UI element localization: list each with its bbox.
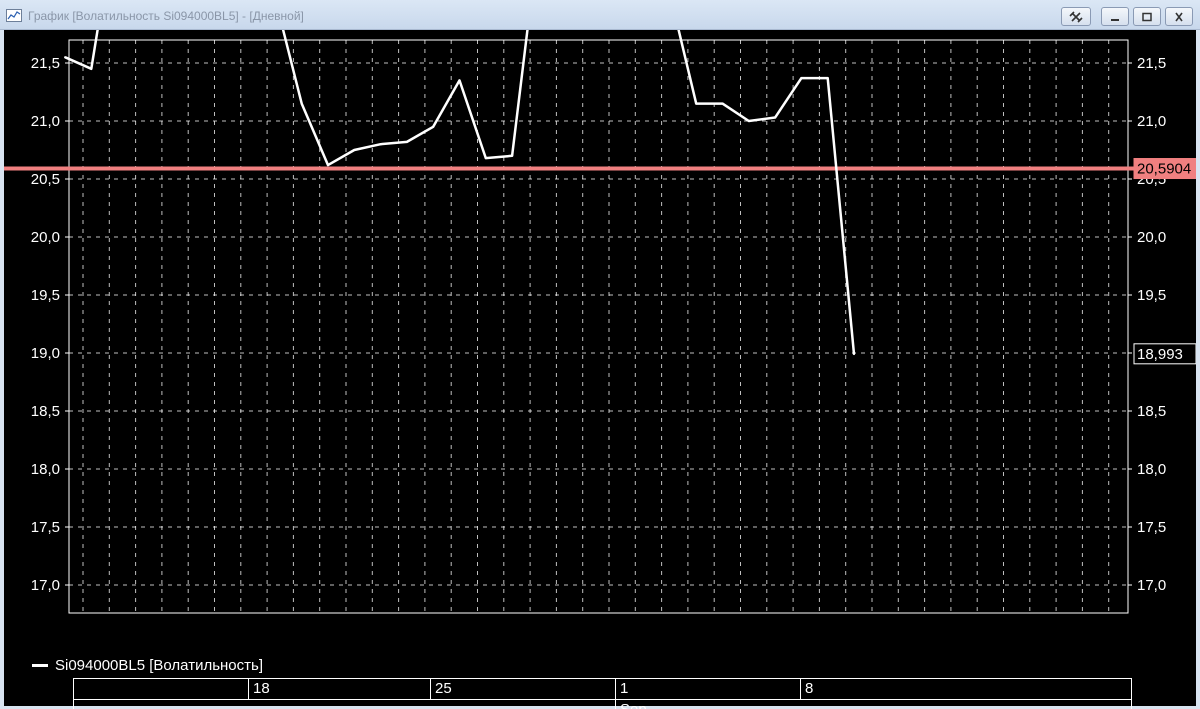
data-point xyxy=(405,140,408,143)
y-tick-label-left: 21,0 xyxy=(31,113,60,130)
y-tick-label-right: 19,5 xyxy=(1137,287,1166,304)
data-point xyxy=(300,102,303,105)
data-point xyxy=(853,353,855,356)
maximize-button[interactable] xyxy=(1133,7,1161,26)
data-point xyxy=(64,56,66,59)
pin-button[interactable] xyxy=(1061,7,1091,26)
y-tick-label-left: 17,0 xyxy=(31,577,60,594)
y-tick-label-left: 20,0 xyxy=(31,229,60,246)
restore-icon xyxy=(1142,12,1152,21)
y-tick-label-left: 21,5 xyxy=(31,55,60,72)
data-point xyxy=(511,154,514,157)
y-tick-label-right: 21,0 xyxy=(1137,113,1166,130)
chart-legend: Si094000BL5 [Волатильность] xyxy=(32,656,263,674)
data-point xyxy=(774,116,777,119)
x-axis-days[interactable]: 18 25 1 8 xyxy=(73,678,1132,700)
minimize-button[interactable] xyxy=(1101,7,1129,26)
data-point xyxy=(353,149,356,151)
volatility-chart[interactable]: 17,017,017,517,518,018,018,518,519,019,0… xyxy=(4,30,1196,706)
y-tick-label-left: 20,5 xyxy=(31,171,60,188)
data-point xyxy=(432,125,435,128)
y-tick-label-right: 21,5 xyxy=(1137,55,1166,72)
window-titlebar[interactable]: График [Волатильность Si094000BL5] - [Дн… xyxy=(0,0,1200,30)
y-tick-label-left: 19,5 xyxy=(31,287,60,304)
y-tick-label-right: 17,0 xyxy=(1137,577,1166,594)
last-value-label-text: 18,993 xyxy=(1137,346,1183,363)
y-tick-label-left: 18,5 xyxy=(31,403,60,420)
legend-label: Si094000BL5 [Волатильность] xyxy=(55,656,263,674)
data-point xyxy=(826,77,829,80)
volatility-series-line xyxy=(64,30,856,355)
x-tick-label: 25 xyxy=(430,679,452,699)
y-tick-label-right: 18,0 xyxy=(1137,461,1166,478)
close-icon xyxy=(1175,12,1183,21)
lower-level-label-text: 20,5904 xyxy=(1137,161,1191,178)
close-button[interactable] xyxy=(1165,7,1193,26)
y-tick-label-right: 17,5 xyxy=(1137,519,1166,536)
data-point xyxy=(695,102,698,105)
chart-panel[interactable]: 17,017,017,517,518,018,018,518,519,019,0… xyxy=(4,30,1196,709)
y-tick-label-right: 20,0 xyxy=(1137,229,1166,246)
data-point xyxy=(379,143,382,146)
data-point xyxy=(458,79,461,82)
data-point xyxy=(327,164,329,167)
y-tick-label-left: 19,0 xyxy=(31,345,60,362)
y-tick-label-left: 18,0 xyxy=(31,461,60,478)
x-tick-label: 8 xyxy=(800,679,813,699)
data-point xyxy=(484,157,487,160)
minimize-icon xyxy=(1111,18,1119,21)
y-tick-label-right: 18,5 xyxy=(1137,403,1166,420)
x-tick-label: 18 xyxy=(248,679,270,699)
x-tick-label: 1 xyxy=(615,679,628,699)
x-axis-months[interactable]: Sep xyxy=(73,699,1132,709)
data-point xyxy=(90,67,93,70)
y-tick-label-left: 17,5 xyxy=(31,519,60,536)
pin-icon xyxy=(1069,10,1083,23)
data-point xyxy=(800,77,803,80)
data-point xyxy=(721,102,724,105)
legend-line-swatch xyxy=(32,663,48,667)
data-point xyxy=(747,120,750,122)
chart-app-icon xyxy=(6,9,22,22)
window-title: График [Волатильность Si094000BL5] - [Дн… xyxy=(28,9,304,23)
x-month-label: Sep xyxy=(615,700,647,709)
